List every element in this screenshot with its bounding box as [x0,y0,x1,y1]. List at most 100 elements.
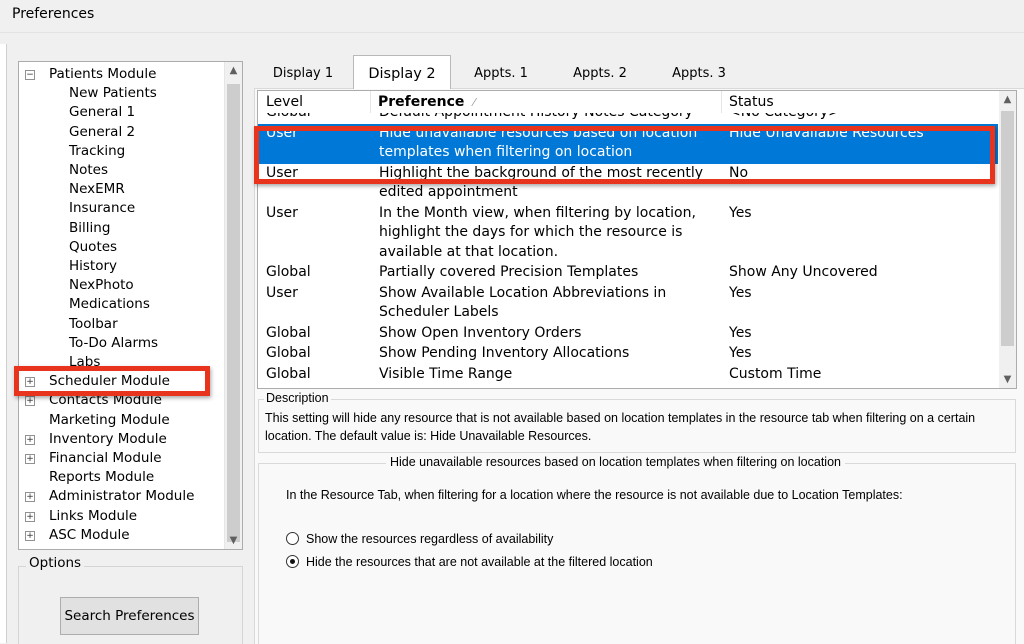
tree-item[interactable]: + Inventory Module [19,430,224,449]
search-preferences-button[interactable]: Search Preferences [60,597,199,635]
scroll-up-icon[interactable]: ▲ [999,91,1016,108]
preference-cell: Highlight the background of the most rec… [379,164,704,201]
tree-item[interactable]: Tracking [19,142,224,161]
tree-item[interactable]: Notes [19,161,224,180]
preference-cell: Hide unavailable resources based on loca… [379,124,698,161]
tree-item[interactable]: + ASC Module [19,526,224,545]
expand-icon[interactable]: + [25,377,35,388]
background-window-edge [0,44,7,643]
list-rows: Global Default Appointment History Notes … [258,113,998,388]
table-row[interactable]: Global Partially covered Precision Templa… [258,263,998,284]
radio-label: Hide the resources that are not availabl… [306,555,653,569]
table-row[interactable]: Global Show Open Inventory Orders Yes [258,324,998,345]
tree-item[interactable]: New Patients [19,84,224,103]
radio-label: Show the resources regardless of availab… [306,532,554,546]
list-header: Level Preference ⁄ Status [258,91,998,113]
status-cell: Custom Time [729,365,822,382]
tree-item[interactable]: General 2 [19,123,224,142]
tree-item-label: Labs [69,354,101,370]
status-cell: Hide Unavailable Resources [729,124,924,141]
table-row-selected[interactable]: User Hide unavailable resources based on … [258,123,998,164]
setting-title: Hide unavailable resources based on loca… [386,455,845,469]
tree-item[interactable]: + Links Module [19,507,224,526]
tree-item[interactable]: Labs [19,353,224,372]
status-cell: Yes [729,204,752,221]
level-cell: User [266,284,298,301]
tree-item[interactable]: − Patients Module [19,65,224,84]
expand-icon[interactable]: + [25,530,35,541]
column-header-preference[interactable]: Preference ⁄ [371,91,722,113]
tree-item[interactable]: NexEMR [19,180,224,199]
tree-item[interactable]: Marketing Module [19,411,224,430]
tree-item[interactable]: Insurance [19,199,224,218]
column-header-level[interactable]: Level [258,91,371,113]
expand-icon[interactable]: + [25,492,35,503]
scroll-down-icon[interactable]: ▼ [999,371,1016,388]
tree-item-label: General 2 [69,123,136,140]
tab-display-1[interactable]: Display 1 [262,62,344,86]
tree-item[interactable]: General 1 [19,103,224,122]
tab-appts-2[interactable]: Appts. 2 [561,62,639,86]
table-row[interactable]: User Highlight the background of the most… [258,164,998,204]
table-row[interactable]: Global Visible Time Range Custom Time [258,365,998,386]
title-divider [0,32,1024,33]
preference-cell: In the Month view, when filtering by loc… [379,204,696,260]
expand-icon[interactable]: + [25,396,35,407]
status-cell: Yes [729,324,752,341]
tree-item-label: ASC Module [49,526,130,543]
table-row[interactable]: User Show Available Location Abbreviation… [258,284,998,324]
expand-icon[interactable]: + [25,434,35,445]
tree-item[interactable]: Reports Module [19,468,224,487]
scroll-thumb[interactable] [227,84,240,542]
tab-display-2[interactable]: Display 2 [353,55,451,89]
description-label: Description [264,391,331,405]
tree-item[interactable]: + Contacts Module [19,391,224,410]
tree-item[interactable]: Billing [19,219,224,238]
scroll-up-icon[interactable]: ▲ [225,62,242,79]
module-tree-scrollbar[interactable]: ▲ ▼ [224,62,242,549]
level-cell: Global [266,345,311,361]
tree-item[interactable]: + Scheduler Module [19,372,224,391]
tree-item[interactable]: Medications [19,295,224,314]
scroll-down-icon[interactable]: ▼ [225,532,242,549]
expand-icon[interactable]: + [25,511,35,522]
tab-appts-3[interactable]: Appts. 3 [660,62,738,86]
tree-item-label: Inventory Module [49,430,167,447]
tree-item-label: Toolbar [69,315,118,332]
tree-item-label: Medications [69,296,150,313]
collapse-icon[interactable]: − [25,70,35,80]
scroll-thumb[interactable] [1001,111,1014,346]
level-cell: User [266,204,298,221]
options-label: Options [26,555,85,571]
preference-cell: Show Pending Inventory Allocations [379,345,630,361]
module-tree[interactable]: − Patients Module New Patients General 1 Gen… [18,61,243,550]
preference-list[interactable]: Level Preference ⁄ Status Global Default … [257,90,1017,389]
table-row[interactable]: Global Default Appointment History Notes … [258,113,998,124]
tree-item-label: Quotes [69,238,118,255]
radio-checked-icon[interactable] [286,555,299,568]
expand-icon[interactable]: + [25,454,35,464]
tree-item[interactable]: Quotes [19,238,224,257]
tree-item[interactable]: History [19,257,224,276]
setting-instructions: In the Resource Tab, when filtering for … [286,488,903,502]
column-header-status[interactable]: Status [722,91,998,113]
tree-item[interactable]: Toolbar [19,315,224,334]
tree-item[interactable]: + Financial Module [19,449,224,468]
radio-unchecked-icon[interactable] [286,532,299,545]
tree-item-label: Insurance [69,200,136,217]
preference-cell: Default Appointment History Notes Catego… [379,113,705,123]
tree-item-label: Billing [69,219,111,236]
tree-item[interactable]: To-Do Alarms [19,334,224,353]
tree-item[interactable]: + Administrator Module [19,487,224,506]
table-row[interactable]: Global Show Pending Inventory Allocations… [258,344,998,365]
tab-appts-1[interactable]: Appts. 1 [462,62,540,86]
description-text: This setting will hide any resource that… [265,411,976,443]
level-cell: Global [266,365,311,382]
tree-item[interactable]: NexPhoto [19,276,224,295]
level-cell: Global [266,264,311,280]
preference-list-scrollbar[interactable]: ▲ ▼ [999,91,1016,388]
tree-item-label: Tracking [69,142,126,159]
table-row[interactable]: User In the Month view, when filtering by… [258,204,998,264]
window-title: Preferences [12,6,95,22]
status-cell: No [729,164,749,181]
